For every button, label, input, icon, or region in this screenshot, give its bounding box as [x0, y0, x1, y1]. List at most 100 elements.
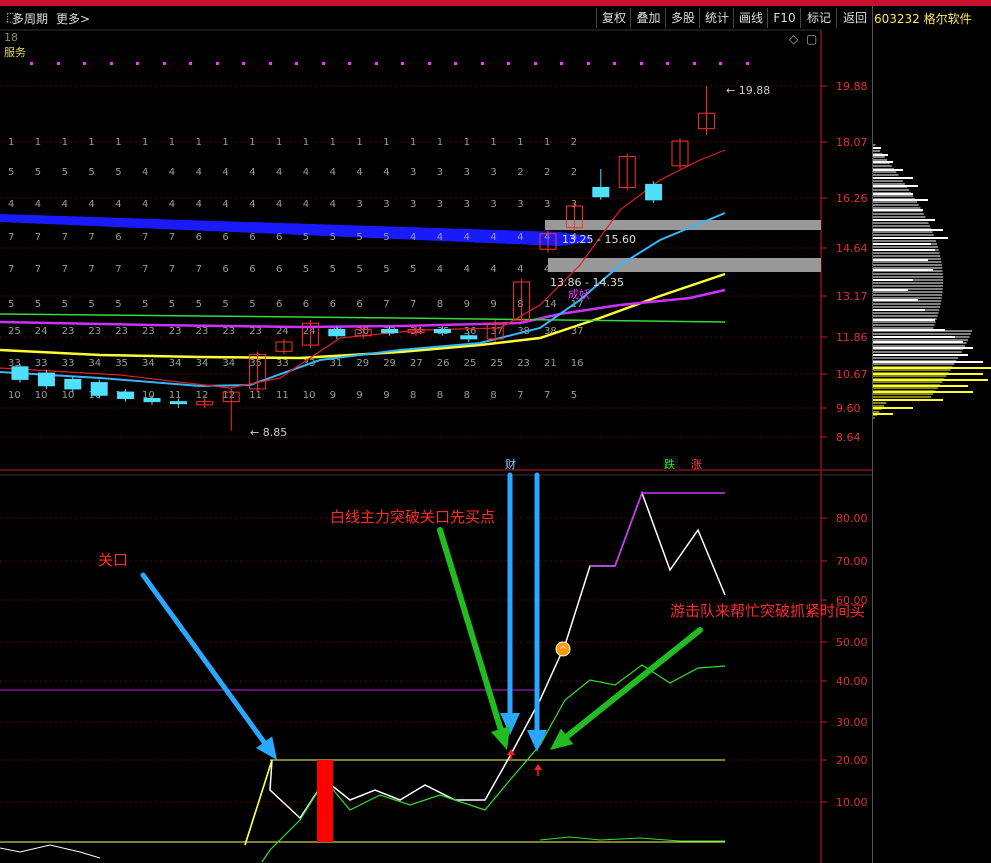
annotation-guerrilla: 游击队来帮忙突破抓紧时间买 — [670, 602, 866, 620]
price-tick-label: 14.64 — [836, 242, 868, 255]
grid-number: 3 — [410, 167, 416, 178]
grid-number: 34 — [222, 358, 235, 369]
grid-number: 1 — [276, 137, 282, 148]
grid-number: 10 — [303, 390, 316, 401]
grid-number: 5 — [169, 299, 175, 310]
candle-body — [460, 335, 478, 340]
indicator-tick-label: 10.00 — [836, 796, 868, 809]
candle-body — [117, 391, 135, 399]
grid-number: 7 — [88, 264, 94, 275]
grid-number: 4 — [303, 167, 309, 178]
grid-number: 10 — [35, 390, 48, 401]
signal-dot — [375, 62, 378, 65]
grid-number: 6 — [115, 232, 121, 243]
grid-number: 23 — [142, 326, 155, 337]
grid-number: 1 — [115, 137, 121, 148]
grid-number: 34 — [169, 358, 182, 369]
grid-number: 4 — [276, 199, 282, 210]
arrow-guankou-head — [255, 736, 277, 760]
signal-dot — [746, 62, 749, 65]
grid-number: 35 — [249, 358, 262, 369]
grid-number: 5 — [8, 167, 14, 178]
signal-zhang: 涨 — [691, 458, 702, 471]
grid-number: 4 — [464, 264, 470, 275]
grid-number: 11 — [276, 390, 289, 401]
price-tick-label: 18.07 — [836, 136, 868, 149]
grid-number: 6 — [303, 299, 309, 310]
grid-number: 4 — [249, 167, 255, 178]
grid-number: 5 — [222, 299, 228, 310]
grid-number: 3 — [464, 199, 470, 210]
grid-number: 1 — [222, 137, 228, 148]
price-tick-label: 16.26 — [836, 192, 868, 205]
price-tick-label: 13.17 — [836, 290, 868, 303]
grid-number: 7 — [115, 264, 121, 275]
grid-number: 3 — [490, 167, 496, 178]
grid-number: 3 — [517, 199, 523, 210]
grid-number: 23 — [115, 326, 128, 337]
grid-number: 7 — [35, 232, 41, 243]
indicator-yellow — [244, 759, 273, 846]
grid-number: 5 — [303, 232, 309, 243]
grid-number: 3 — [464, 167, 470, 178]
grid-number: 23 — [169, 326, 182, 337]
grid-number: 33 — [35, 358, 48, 369]
top-left-service: 服务 — [4, 46, 26, 59]
grid-number: 7 — [544, 390, 550, 401]
grid-number: 1 — [142, 137, 148, 148]
annotation-guankou: 关口 — [98, 551, 129, 569]
signal-dot — [507, 62, 510, 65]
grid-number: 11 — [249, 390, 262, 401]
grid-number: 5 — [88, 299, 94, 310]
grid-number: 5 — [62, 299, 68, 310]
grid-number: 1 — [383, 137, 389, 148]
grid-number: 4 — [196, 199, 202, 210]
signal-die: 跌 — [664, 457, 675, 471]
grid-number: 7 — [169, 264, 175, 275]
grid-number: 23 — [62, 326, 75, 337]
grid-number: 5 — [115, 299, 121, 310]
grid-number: 1 — [490, 137, 496, 148]
grid-number: 5 — [249, 299, 255, 310]
grid-number: 7 — [62, 264, 68, 275]
grid-number: 7 — [410, 299, 416, 310]
grid-number: 6 — [249, 264, 255, 275]
grid-number: 1 — [517, 137, 523, 148]
range-label-1: 13.25 - 15.60 — [562, 233, 636, 246]
chart-canvas: 19.88 18.07 16.26 14.64 13.17 11.86 10.67 9.60 8… — [0, 29, 991, 863]
grid-number: 5 — [383, 232, 389, 243]
grid-number: 4 — [437, 232, 443, 243]
grid-number: 4 — [490, 232, 496, 243]
indicator-magenta — [590, 492, 725, 567]
high-price-label: ← 19.88 — [726, 84, 770, 97]
grid-number: 4 — [88, 199, 94, 210]
grid-number: 8 — [437, 299, 443, 310]
signal-dot — [57, 62, 60, 65]
grid-number: 34 — [88, 358, 101, 369]
signal-dot — [640, 62, 643, 65]
grid-number: 7 — [196, 264, 202, 275]
grid-number: 5 — [35, 299, 41, 310]
indicator-tick-label: 50.00 — [836, 636, 868, 649]
grid-number: 1 — [356, 137, 362, 148]
grid-number: 5 — [8, 299, 14, 310]
grid-number: 7 — [517, 390, 523, 401]
annotation-white-line: 白线主力突破关口先买点 — [330, 508, 496, 526]
candle-body — [328, 328, 346, 337]
grid-number: 1 — [8, 137, 14, 148]
indicator-tick-label: 30.00 — [836, 716, 868, 729]
grid-number: 4 — [115, 199, 121, 210]
signal-dot — [454, 62, 457, 65]
signal-dot — [719, 62, 722, 65]
grid-number: 6 — [222, 264, 228, 275]
price-tick-label: 19.88 — [836, 80, 868, 93]
resistance-bar-1 — [545, 220, 821, 230]
grid-number: 4 — [222, 199, 228, 210]
grid-number: 4 — [169, 167, 175, 178]
grid-number: 3 — [383, 199, 389, 210]
grid-number: 6 — [330, 299, 336, 310]
square-icon: ▢ — [806, 32, 817, 46]
signal-dot — [481, 62, 484, 65]
grid-number: 4 — [196, 167, 202, 178]
candle-body — [37, 372, 55, 387]
